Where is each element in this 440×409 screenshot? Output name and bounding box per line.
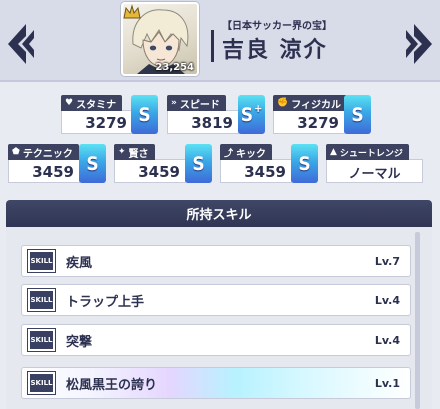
skill-level: Lv.4 [374, 333, 400, 347]
stat-technique: ⬟ テクニック 3459 S [8, 144, 106, 183]
skill-item[interactable]: SKILL トラップ上手 Lv.4 [21, 284, 411, 316]
stat-value: 3459 [32, 163, 74, 181]
skill-book-icon: SKILL [28, 289, 55, 311]
player-header: 23,254 【日本サッカー界の宝】 吉良 涼介 [0, 0, 440, 82]
crown-icon [123, 4, 141, 19]
skill-book-icon: SKILL [28, 250, 55, 272]
stat-stamina: ♥ スタミナ 3279 S [61, 95, 158, 134]
chevron-right-icon [406, 24, 432, 64]
stat-rank: S [291, 144, 318, 183]
sparkle-icon: ✦ [118, 147, 126, 157]
skill-name: トラップ上手 [66, 294, 145, 310]
stat-label: 賢さ [128, 148, 149, 160]
skill-item[interactable]: SKILL 突撃 Lv.4 [21, 324, 411, 356]
fist-icon: ✊ [277, 98, 289, 108]
next-player-button[interactable] [404, 22, 436, 66]
player-name: 吉良 涼介 [222, 38, 328, 63]
skill-item[interactable]: SKILL 松風黒王の誇り Lv.1 [21, 367, 411, 399]
heart-icon: ♥ [65, 98, 74, 108]
skill-book-icon: SKILL [28, 329, 55, 351]
stat-value: 3459 [244, 163, 286, 181]
skill-item[interactable]: SKILL 疾風 Lv.7 [21, 245, 411, 277]
stat-value: 3819 [191, 114, 233, 132]
stat-label: スタミナ [76, 99, 117, 111]
stat-rank: S [131, 95, 158, 134]
skill-list-scrollbar[interactable] [415, 232, 420, 409]
skill-level: Lv.1 [374, 376, 400, 390]
stat-label: シュートレンジ [339, 148, 403, 159]
previous-player-button[interactable] [4, 22, 36, 66]
skill-panel-title: 所持スキル [6, 200, 432, 227]
stat-wisdom: ✦ 賢さ 3459 S [114, 144, 212, 183]
stat-kick: ⤴ キック 3459 S [220, 144, 318, 183]
stat-value: 3279 [85, 114, 127, 132]
skill-name: 突撃 [66, 334, 93, 350]
player-title: 【日本サッカー界の宝】 [222, 21, 332, 32]
stat-label: フィジカル [291, 99, 342, 111]
stat-value: 3459 [138, 163, 180, 181]
stat-physical: ✊ フィジカル 3279 S [273, 95, 371, 134]
stat-shoot-range: ▲ シュートレンジ ノーマル [326, 144, 423, 183]
stat-value: ノーマル [348, 167, 401, 182]
stat-label: キック [236, 148, 267, 160]
speed-icon: » [171, 98, 177, 108]
chevron-left-icon [8, 24, 34, 64]
pentagon-icon: ⬟ [12, 147, 20, 157]
skill-name: 疾風 [66, 255, 93, 271]
stat-rank: S [344, 95, 371, 134]
stat-label: テクニック [22, 148, 73, 160]
triangle-icon: ▲ [330, 147, 337, 157]
stat-rank: S + [238, 95, 265, 134]
stat-rank: S [185, 144, 212, 183]
stat-label: スピード [179, 99, 220, 111]
name-divider [211, 30, 214, 62]
skill-book-icon: SKILL [28, 372, 55, 394]
player-value: 23,254 [155, 62, 194, 73]
stat-speed: » スピード 3819 S + [167, 95, 265, 134]
stat-value: 3279 [297, 114, 339, 132]
boot-icon: ⤴ [224, 148, 234, 159]
skill-name: 松風黒王の誇り [66, 377, 158, 393]
player-portrait[interactable]: 23,254 [121, 2, 199, 76]
skill-level: Lv.7 [374, 254, 400, 268]
skill-level: Lv.4 [374, 293, 400, 307]
stat-rank: S [79, 144, 106, 183]
